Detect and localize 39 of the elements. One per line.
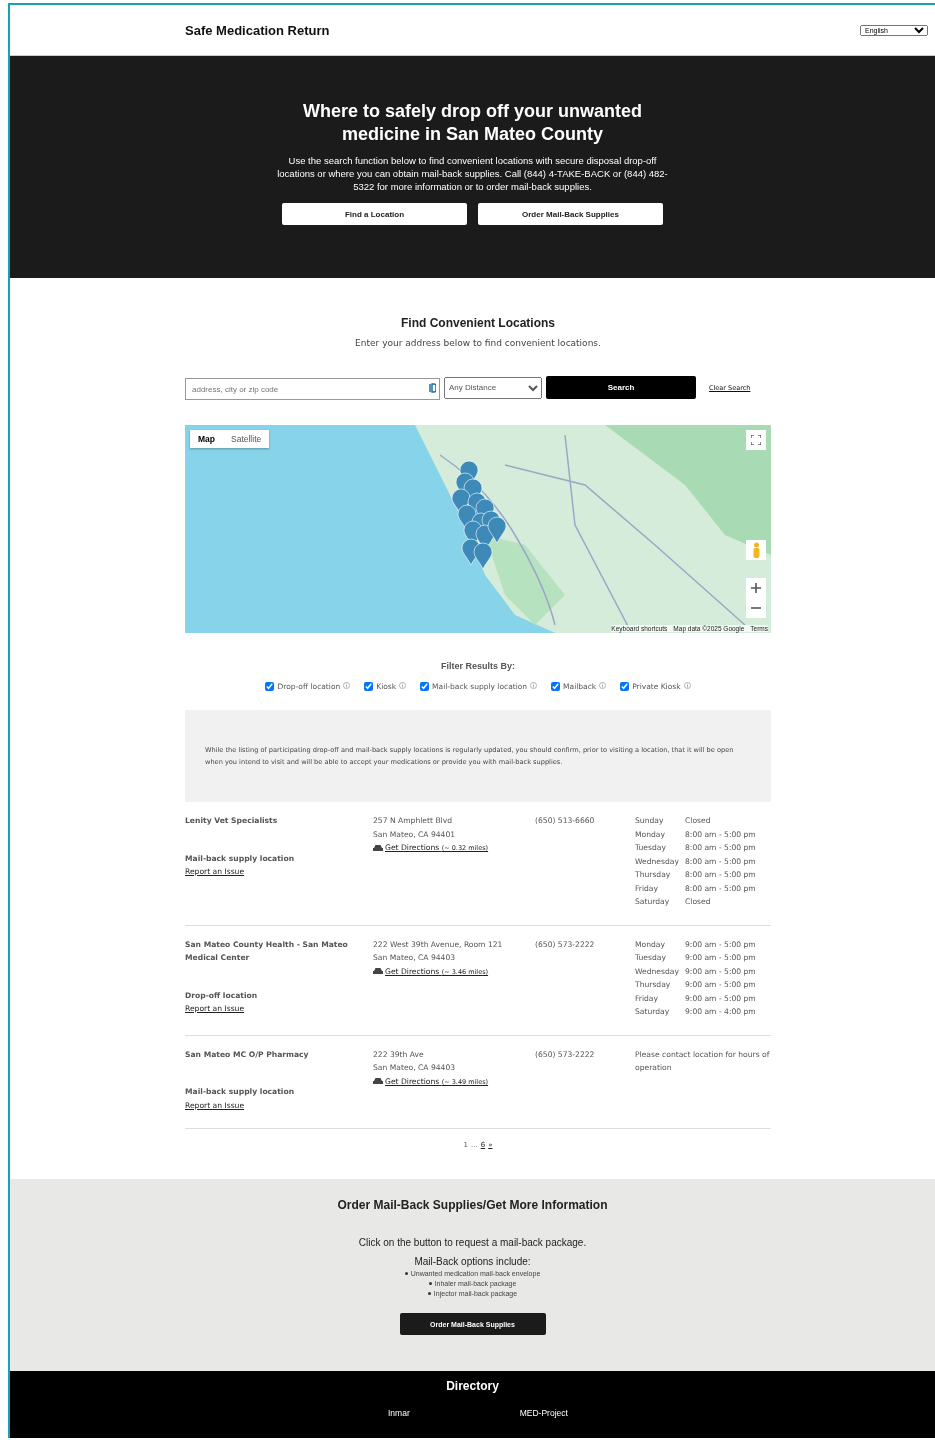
order-title: Order Mail-Back Supplies/Get More Information <box>337 1198 608 1212</box>
info-icon[interactable] <box>683 682 691 689</box>
filter-checkbox[interactable] <box>420 682 430 691</box>
car-icon <box>373 844 383 852</box>
fullscreen-icon[interactable] <box>746 430 766 450</box>
site-title[interactable]: Safe Medication Return <box>185 22 330 38</box>
hero-title: Where to safely drop off your unwanted medicine in San Mateo County <box>302 100 643 146</box>
filter-checkbox[interactable] <box>620 682 630 691</box>
footer-title: Directory <box>445 1379 500 1393</box>
map-view-tab[interactable]: Map <box>190 430 223 448</box>
footer-link[interactable]: MED-Project <box>519 1408 568 1418</box>
car-icon <box>373 968 383 976</box>
options-title: Mail-Back options include: <box>414 1256 531 1267</box>
section-title: Find Convenient Locations <box>400 316 556 330</box>
address-field[interactable]: address, city or zip code <box>185 378 440 400</box>
filter-checkbox[interactable] <box>364 682 374 691</box>
filter-checkbox[interactable] <box>265 682 275 691</box>
bullet-icon <box>427 1292 431 1295</box>
bullet-icon <box>404 1272 408 1275</box>
zoom-in-icon[interactable] <box>746 578 766 598</box>
info-icon[interactable] <box>399 682 407 689</box>
info-icon[interactable] <box>599 682 607 689</box>
hero-button[interactable]: Order Mail-Back Supplies <box>478 203 663 225</box>
bullet-icon <box>428 1282 432 1285</box>
section-subtitle: Enter your address below to find convenient locations. <box>354 338 602 348</box>
info-icon[interactable] <box>530 682 538 689</box>
search-button[interactable]: Search <box>546 376 696 399</box>
filter-checkbox[interactable] <box>551 682 561 691</box>
zoom-out-icon[interactable] <box>746 598 766 618</box>
filter-title: Filter Results By: <box>440 661 516 671</box>
map-drawing[interactable] <box>185 425 771 633</box>
map-view-tab[interactable]: Satellite <box>223 430 270 448</box>
distance-select[interactable]: Any Distance <box>444 376 542 399</box>
hero-button[interactable]: Find a Location <box>282 203 467 225</box>
hero-text: Use the search function below to find convenient locations with secure disposal drop-off locations or where you can obtain mail-back supplies. Call (844) 4-TAKE-BACK or (844) 482-5322 for more information or to order mail-back supplies. <box>276 154 669 193</box>
order-intro: Click on the button to request a mail-back package. <box>358 1237 587 1248</box>
car-icon <box>373 1078 383 1086</box>
info-icon[interactable] <box>343 682 351 689</box>
footer-link[interactable]: Inmar <box>388 1408 410 1418</box>
